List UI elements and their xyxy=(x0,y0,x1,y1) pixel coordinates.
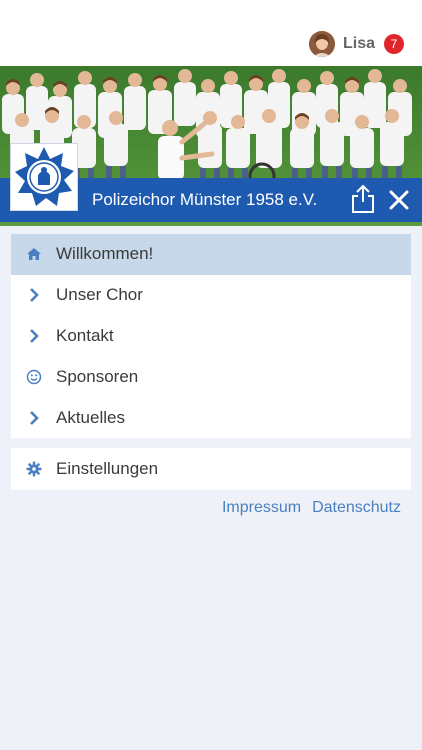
chevron-right-icon xyxy=(25,409,43,427)
footer-links: Impressum Datenschutz xyxy=(222,499,401,517)
user-name[interactable]: Lisa xyxy=(343,35,375,53)
smiley-icon xyxy=(25,368,43,386)
close-icon xyxy=(389,190,409,210)
notification-badge[interactable]: 7 xyxy=(384,34,404,54)
menu-label: Einstellungen xyxy=(56,459,159,478)
menu-label: Unser Chor xyxy=(56,285,143,305)
menu-label: Kontakt xyxy=(56,325,114,345)
share-icon xyxy=(352,184,374,213)
club-title: Polizeichor Münster 1958 e.V. xyxy=(92,190,318,209)
menu-item-einstellungen[interactable]: Einstellungen xyxy=(11,448,411,490)
chevron-right-icon xyxy=(25,327,43,345)
home-icon xyxy=(25,245,43,263)
menu-item-unser-chor[interactable]: Unser Chor xyxy=(11,275,411,316)
impressum-link[interactable]: Impressum xyxy=(222,499,301,517)
top-bar: Lisa 7 xyxy=(0,0,422,66)
menu-label: Aktuelles xyxy=(56,407,125,427)
menu-item-kontakt[interactable]: Kontakt xyxy=(11,316,411,357)
settings-menu: Einstellungen xyxy=(11,448,411,490)
menu-label: Willkommen! xyxy=(56,244,154,264)
link-spacer xyxy=(301,499,312,517)
menu-item-willkommen[interactable]: Willkommen! xyxy=(11,234,411,275)
chevron-right-icon xyxy=(25,286,43,304)
avatar[interactable] xyxy=(308,31,335,57)
datenschutz-link[interactable]: Datenschutz xyxy=(312,499,401,517)
gear-icon xyxy=(25,460,43,478)
share-button[interactable] xyxy=(350,184,376,214)
user-profile[interactable]: Lisa 7 xyxy=(308,30,404,58)
close-button[interactable] xyxy=(387,188,411,212)
menu-item-aktuelles[interactable]: Aktuelles xyxy=(11,397,411,438)
club-logo xyxy=(10,143,78,211)
menu-item-sponsoren[interactable]: Sponsoren xyxy=(11,356,411,397)
menu-label: Sponsoren xyxy=(56,366,139,386)
main-menu: Willkommen! Unser Chor Kontakt Sponsoren… xyxy=(11,234,411,438)
